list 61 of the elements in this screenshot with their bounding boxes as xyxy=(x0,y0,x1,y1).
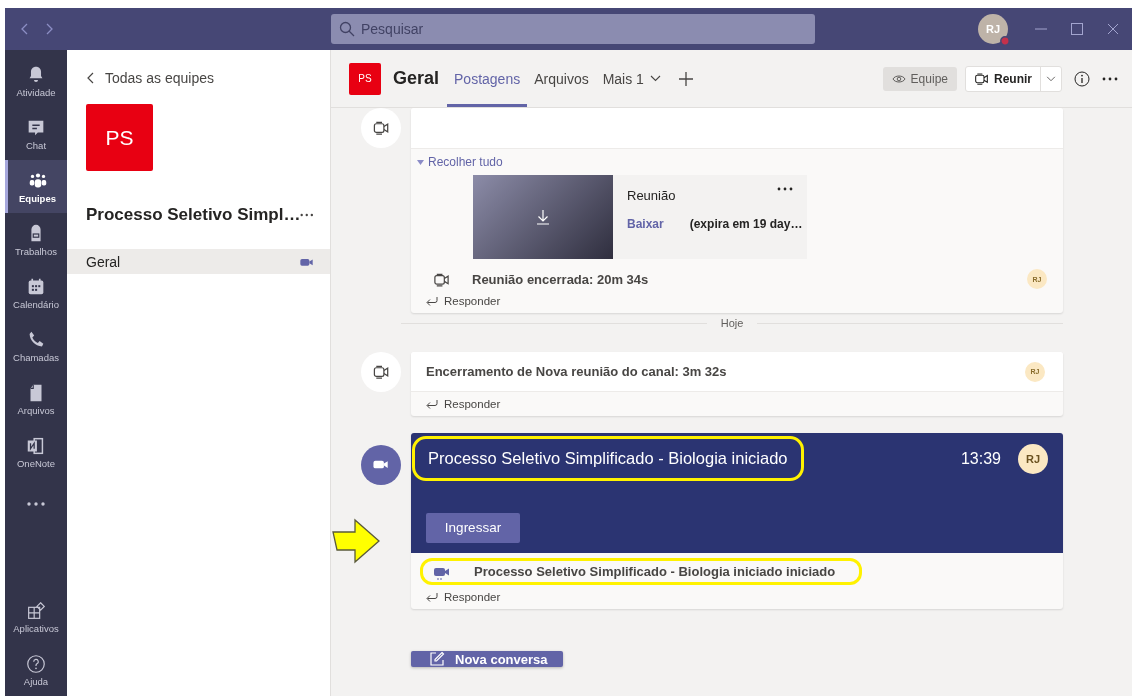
tab[interactable]: Mais 1 xyxy=(595,50,668,107)
team-avatar: PS xyxy=(349,62,381,95)
download-icon[interactable] xyxy=(536,209,550,225)
tab[interactable]: Arquivos xyxy=(527,50,596,107)
team-button[interactable]: Equipe xyxy=(882,66,957,91)
channel-item[interactable]: Geral xyxy=(67,249,330,274)
rail-item[interactable]: Calendário xyxy=(5,266,67,319)
search-icon xyxy=(339,21,355,37)
meeting-summary: Reunião encerrada: 20m 34s xyxy=(472,271,650,287)
apps-icon xyxy=(25,599,47,622)
more-icon[interactable] xyxy=(26,501,46,507)
meeting-ended-text: Encerramento de Nova reunião do canal: 3m 32s xyxy=(426,364,728,379)
download-link[interactable]: Baixar xyxy=(627,217,664,231)
team-avatar: PS xyxy=(86,104,153,171)
new-conversation-button[interactable]: Nova conversa xyxy=(411,651,563,667)
meeting-started-text: Processo Seletivo Simplificado - Biologia iniciado iniciado xyxy=(420,558,863,585)
reply-icon xyxy=(426,296,438,306)
back-link[interactable]: Todas as equipes xyxy=(87,70,214,86)
more-icon[interactable] xyxy=(777,187,793,191)
join-button[interactable]: Ingressar xyxy=(426,513,520,543)
rail-item[interactable]: Equipes xyxy=(5,160,67,213)
rail-item[interactable]: Arquivos xyxy=(5,372,67,425)
video-call-icon xyxy=(361,445,401,485)
author-avatar: RJ xyxy=(1018,443,1048,474)
rail-item[interactable]: Trabalhos xyxy=(5,213,67,266)
info-icon[interactable] xyxy=(1074,70,1090,87)
more-icon[interactable] xyxy=(1102,76,1118,81)
timestamp: 13:39 xyxy=(960,449,1001,468)
reply-link[interactable]: Responder xyxy=(411,392,501,416)
triangle-down-icon xyxy=(417,159,424,165)
collapse-link[interactable]: Recolher tudo xyxy=(417,155,503,169)
date-divider-label: Hoje xyxy=(720,317,744,329)
reply-link[interactable]: Responder xyxy=(411,585,501,609)
presence-icon xyxy=(1000,36,1010,46)
add-icon[interactable] xyxy=(677,70,694,87)
rail-item[interactable]: Ajuda xyxy=(5,643,67,696)
rail-item[interactable]: OneNote xyxy=(5,425,67,478)
rail-item[interactable]: Aplicativos xyxy=(5,590,67,643)
channel-name: Geral xyxy=(393,68,440,89)
reply-link[interactable]: Responder xyxy=(411,289,501,313)
attachment-title: Reunião xyxy=(627,188,676,203)
team-name: Processo Seletivo Simpl… xyxy=(86,205,301,225)
reply-icon xyxy=(426,592,438,602)
rail-item[interactable]: Atividade xyxy=(5,54,67,107)
compose-icon xyxy=(429,651,445,667)
search-field[interactable]: Pesquisar xyxy=(331,14,815,44)
maximize-icon[interactable] xyxy=(1070,22,1084,36)
video-camera-icon xyxy=(974,71,989,86)
meeting-title: Processo Seletivo Simplificado - Biologia iniciado xyxy=(412,436,804,481)
chevron-down-icon xyxy=(1046,75,1056,82)
more-icon[interactable] xyxy=(300,213,314,217)
rail-item[interactable]: Chamadas xyxy=(5,319,67,372)
video-call-icon xyxy=(361,352,401,392)
video-call-icon xyxy=(361,108,401,148)
reply-icon xyxy=(426,399,438,409)
chevron-left-icon xyxy=(87,72,95,84)
rail-item[interactable]: Chat xyxy=(5,107,67,160)
close-icon[interactable] xyxy=(1106,22,1120,36)
help-icon xyxy=(25,652,47,675)
expiry-text: (expira em 19 day… xyxy=(689,217,803,231)
eye-icon xyxy=(891,73,906,84)
